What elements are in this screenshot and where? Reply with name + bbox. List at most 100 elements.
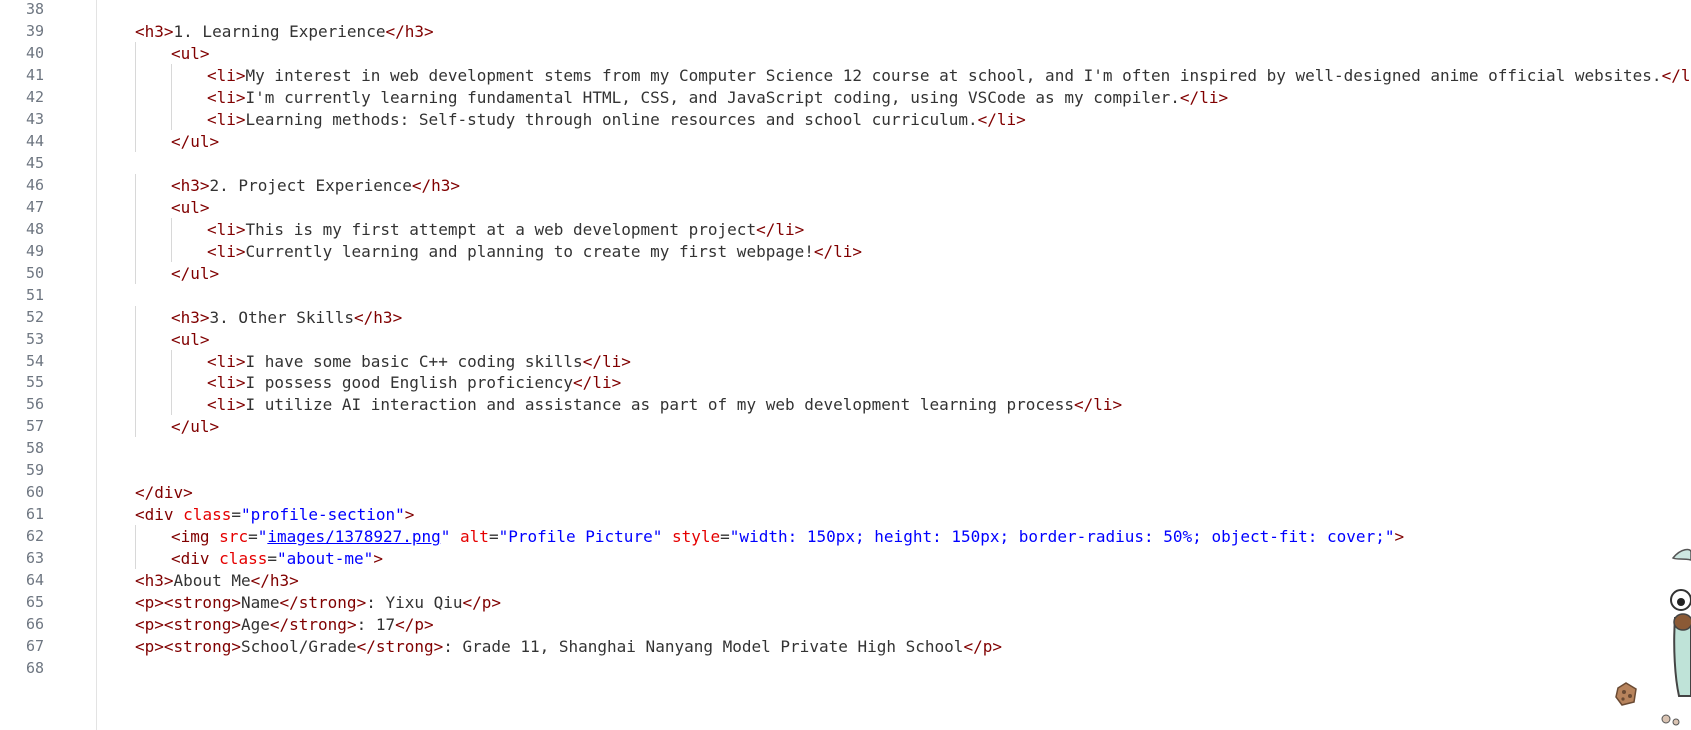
code-line[interactable]: 62 <img src="images/1378927.png" alt="Pro… — [0, 525, 1691, 549]
code-line[interactable]: 49 <li>Currently learning and planning to… — [0, 240, 1691, 264]
code-token-str: "width: 150px; height: 150px; border-rad… — [729, 527, 1395, 547]
code-line[interactable]: 68 — [0, 657, 1691, 681]
code-line[interactable]: 53 <ul> — [0, 328, 1691, 352]
code-line[interactable]: 51 — [0, 284, 1691, 308]
code-text[interactable]: </ul> — [171, 415, 219, 439]
code-text[interactable]: <li>I utilize AI interaction and assista… — [207, 393, 1122, 417]
code-line[interactable]: 61 <div class="profile-section"> — [0, 503, 1691, 527]
code-token-txt: I possess good English proficiency — [245, 373, 574, 393]
code-token-tag: <h3> — [171, 307, 210, 327]
code-line[interactable]: 65 <p><strong>Name</strong>: Yixu Qiu</p> — [0, 591, 1691, 615]
code-token-tag: </ul> — [171, 131, 220, 151]
code-line[interactable]: 45 — [0, 152, 1691, 176]
code-line[interactable]: 44 </ul> — [0, 130, 1691, 154]
code-token-tag: <li> — [207, 395, 246, 415]
line-number: 60 — [25, 483, 44, 502]
code-line[interactable]: 56 <li>I utilize AI interaction and assis… — [0, 393, 1691, 417]
code-text[interactable]: <ul> — [171, 196, 210, 220]
code-line[interactable]: 46 <h3>2. Project Experience</h3> — [0, 174, 1691, 198]
code-text[interactable]: <li>I'm currently learning fundamental H… — [207, 86, 1228, 110]
line-number: 51 — [25, 285, 44, 304]
line-number: 46 — [25, 175, 44, 194]
code-token-txt: : Yixu Qiu — [366, 593, 463, 613]
code-line[interactable]: 58 — [0, 437, 1691, 461]
code-token-attr: src — [219, 527, 249, 547]
code-editor[interactable]: 38 39 <h3>1. Learning Experience</h3> 40 <ul… — [0, 0, 1691, 730]
code-token-tag: </li> — [813, 241, 863, 261]
code-token-txt: : 17 — [356, 615, 396, 635]
code-line[interactable]: 52 <h3>3. Other Skills</h3> — [0, 306, 1691, 330]
code-token-tag: <li> — [207, 65, 246, 85]
crumbs-decoration — [1661, 714, 1680, 726]
code-text[interactable]: </div> — [135, 481, 193, 505]
code-line[interactable]: 67 <p><strong>School/Grade</strong>: Grad… — [0, 635, 1691, 659]
code-token-attr: style — [671, 527, 721, 547]
code-line[interactable]: 41 <li>My interest in web development ste… — [0, 64, 1691, 88]
code-line[interactable]: 55 <li>I possess good English proficiency… — [0, 371, 1691, 395]
code-text[interactable]: <h3>1. Learning Experience</h3> — [135, 20, 434, 44]
code-text[interactable]: <div class="profile-section"> — [135, 503, 414, 527]
code-text[interactable]: <li>I possess good English proficiency</… — [207, 371, 621, 395]
code-text[interactable]: <h3>About Me</h3> — [135, 569, 299, 593]
code-line[interactable]: 42 <li>I'm currently learning fundamental… — [0, 86, 1691, 110]
code-text[interactable]: </ul> — [171, 262, 219, 286]
line-number: 41 — [25, 65, 44, 84]
code-line[interactable]: 39 <h3>1. Learning Experience</h3> — [0, 20, 1691, 44]
code-text[interactable]: <ul> — [171, 328, 210, 352]
code-line[interactable]: 48 <li>This is my first attempt at a web … — [0, 218, 1691, 242]
code-text[interactable]: <li>Currently learning and planning to c… — [207, 240, 862, 264]
code-line[interactable]: 43 <li>Learning methods: Self-study throu… — [0, 108, 1691, 132]
code-text[interactable]: <h3>3. Other Skills</h3> — [171, 306, 402, 330]
code-token-tag: </li> — [977, 109, 1026, 129]
line-number: 49 — [25, 241, 44, 260]
code-line[interactable]: 63 <div class="about-me"> — [0, 547, 1691, 571]
code-text[interactable]: <li>Learning methods: Self-study through… — [207, 108, 1026, 132]
code-text[interactable]: <li>My interest in web development stems… — [207, 64, 1691, 88]
code-text[interactable]: <p><strong>School/Grade</strong>: Grade … — [135, 635, 1002, 659]
code-token-str: " — [440, 527, 451, 547]
code-line[interactable]: 64 <h3>About Me</h3> — [0, 569, 1691, 593]
code-token-tag: <h3> — [135, 21, 174, 41]
code-line[interactable]: 38 — [0, 0, 1691, 22]
code-token-attr: class — [183, 505, 232, 525]
code-line[interactable]: 50 </ul> — [0, 262, 1691, 286]
code-token-tag: </h3> — [250, 571, 299, 591]
code-line[interactable]: 60 </div> — [0, 481, 1691, 505]
code-token-attr: class — [219, 549, 268, 569]
code-text[interactable]: <p><strong>Name</strong>: Yixu Qiu</p> — [135, 591, 501, 615]
code-line[interactable]: 54 <li>I have some basic C++ coding skill… — [0, 350, 1691, 374]
code-text[interactable]: <div class="about-me"> — [171, 547, 383, 571]
line-number: 65 — [25, 593, 44, 612]
code-token-tag: <ul> — [171, 43, 210, 63]
code-token-tag: <li> — [207, 241, 246, 261]
code-token-txt: = — [231, 505, 241, 525]
code-token-tag: </p> — [462, 593, 502, 613]
code-text[interactable]: <h3>2. Project Experience</h3> — [171, 174, 460, 198]
cookie-icon — [1615, 682, 1637, 706]
code-text[interactable]: <ul> — [171, 42, 210, 66]
indent-guide — [171, 349, 172, 416]
code-line[interactable]: 57 </ul> — [0, 415, 1691, 439]
code-text[interactable]: <li>This is my first attempt at a web de… — [207, 218, 804, 242]
code-token-tag: </h3> — [354, 307, 403, 327]
code-line[interactable]: 47 <ul> — [0, 196, 1691, 220]
indent-guide — [171, 63, 172, 130]
code-line[interactable]: 59 — [0, 459, 1691, 483]
code-token-txt: Name — [240, 593, 280, 613]
line-number: 38 — [25, 0, 44, 18]
code-line[interactable]: 66 <p><strong>Age</strong>: 17</p> — [0, 613, 1691, 637]
code-text[interactable]: <img src="images/1378927.png" alt="Profi… — [171, 525, 1404, 549]
line-number: 40 — [25, 43, 44, 62]
code-line[interactable]: 40 <ul> — [0, 42, 1691, 66]
code-token-tag: </h3> — [385, 21, 434, 41]
code-text[interactable]: <li>I have some basic C++ coding skills<… — [207, 350, 631, 374]
code-text[interactable]: </ul> — [171, 130, 219, 154]
code-token-txt: = — [720, 527, 730, 547]
code-token-tag: </h3> — [411, 175, 460, 195]
code-token-tag: <p><strong> — [135, 593, 241, 613]
line-number: 55 — [25, 373, 44, 392]
code-token-txt: Learning methods: Self-study through onl… — [245, 109, 978, 129]
code-token-txt: This is my first attempt at a web develo… — [245, 219, 757, 239]
code-text[interactable]: <p><strong>Age</strong>: 17</p> — [135, 613, 434, 637]
code-token-tag: <ul> — [171, 197, 210, 217]
